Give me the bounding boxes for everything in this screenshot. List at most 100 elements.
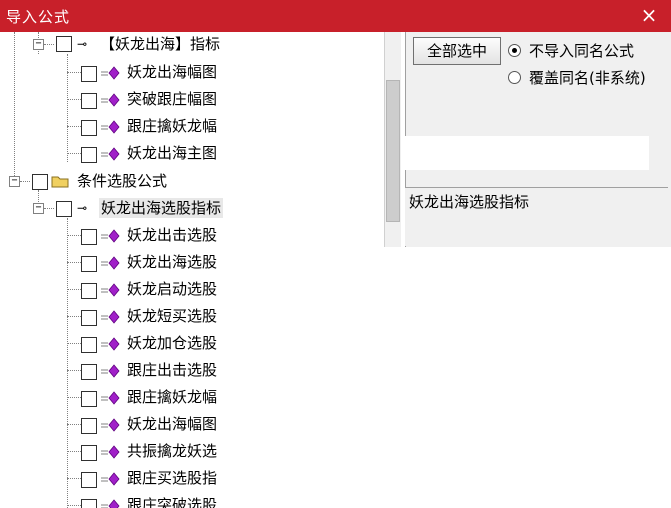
formula-icon bbox=[101, 93, 120, 107]
collapse-icon[interactable]: − bbox=[9, 176, 20, 187]
tree-node-formula[interactable]: 妖龙短买选股 bbox=[0, 305, 400, 331]
formula-icon bbox=[101, 310, 120, 324]
radio-skip-duplicates[interactable]: 不导入同名公式 bbox=[508, 40, 634, 60]
formula-icon bbox=[101, 391, 120, 405]
key-icon: ⊸ bbox=[77, 201, 88, 215]
tree-guide-line bbox=[67, 370, 81, 371]
blank-area bbox=[405, 136, 649, 170]
tree-guide-line bbox=[67, 153, 81, 154]
tree-node-label: 跟庄突破选股 bbox=[127, 496, 218, 508]
checkbox[interactable] bbox=[81, 310, 97, 326]
tree-guide-line bbox=[67, 126, 81, 127]
tree-node-formula[interactable]: 妖龙出海幅图 bbox=[0, 413, 400, 439]
tree-guide-line bbox=[44, 44, 54, 45]
tree-node-label: 妖龙出海幅图 bbox=[127, 415, 218, 433]
description-text: 妖龙出海选股指标 bbox=[409, 193, 530, 211]
formula-tree[interactable]: − ⊸ 【妖龙出海】指标 妖龙出海幅图 突破跟庄幅图 跟庄擒妖龙幅 妖龙出海主图 − … bbox=[0, 32, 405, 508]
tree-node-formula[interactable]: 跟庄擒妖龙幅 bbox=[0, 115, 400, 141]
tree-guide-line bbox=[67, 99, 81, 100]
tree-node-formula[interactable]: 跟庄买选股指 bbox=[0, 467, 400, 493]
close-icon[interactable]: × bbox=[639, 5, 659, 25]
tree-node-formula[interactable]: 妖龙出海幅图 bbox=[0, 61, 400, 87]
radio-label: 不导入同名公式 bbox=[529, 41, 635, 60]
tree-node-formula[interactable]: 共振擒龙妖选 bbox=[0, 440, 400, 466]
radio-button[interactable] bbox=[508, 70, 521, 84]
formula-icon bbox=[101, 445, 120, 459]
formula-icon bbox=[101, 283, 120, 297]
checkbox[interactable] bbox=[81, 418, 97, 434]
tree-node-formula[interactable]: 妖龙出海主图 bbox=[0, 142, 400, 168]
tree-guide-line bbox=[67, 478, 81, 479]
radio-button-checked[interactable] bbox=[508, 43, 521, 57]
tree-node-indicator-group[interactable]: − ⊸ 【妖龙出海】指标 bbox=[0, 34, 400, 60]
tree-node-label: 妖龙出海选股 bbox=[127, 253, 218, 271]
tree-node-label: 跟庄买选股指 bbox=[127, 469, 218, 487]
checkbox[interactable] bbox=[81, 147, 97, 163]
tree-guide-line bbox=[67, 343, 81, 344]
checkbox[interactable] bbox=[81, 256, 97, 272]
formula-icon bbox=[101, 147, 120, 161]
collapse-icon[interactable]: − bbox=[33, 39, 44, 50]
tree-guide-line bbox=[67, 505, 81, 506]
checkbox[interactable] bbox=[81, 66, 97, 82]
select-all-button[interactable]: 全部选中 bbox=[413, 37, 501, 65]
tree-guide-line bbox=[67, 289, 81, 290]
blank-area bbox=[405, 234, 671, 246]
checkbox[interactable] bbox=[56, 201, 72, 217]
radio-overwrite-duplicates[interactable]: 覆盖同名(非系统) bbox=[508, 67, 646, 87]
checkbox[interactable] bbox=[81, 472, 97, 488]
radio-label: 覆盖同名(非系统) bbox=[529, 68, 646, 87]
formula-icon bbox=[101, 229, 120, 243]
tree-node-label: 妖龙加仓选股 bbox=[127, 334, 218, 352]
checkbox[interactable] bbox=[81, 93, 97, 109]
tree-node-label: 跟庄擒妖龙幅 bbox=[127, 388, 218, 406]
tree-node-formula[interactable]: 妖龙加仓选股 bbox=[0, 332, 400, 358]
tree-guide-line bbox=[67, 262, 81, 263]
tree-node-label: 妖龙短买选股 bbox=[127, 307, 218, 325]
tree-node-label: 【妖龙出海】指标 bbox=[100, 35, 221, 53]
tree-guide-line bbox=[67, 72, 81, 73]
tree-guide-line bbox=[20, 181, 30, 182]
folder-icon bbox=[51, 176, 69, 188]
tree-node-label: 突破跟庄幅图 bbox=[127, 90, 218, 108]
checkbox[interactable] bbox=[32, 174, 48, 190]
formula-icon bbox=[101, 364, 120, 378]
tree-node-label: 妖龙启动选股 bbox=[127, 280, 218, 298]
tree-node-formula[interactable]: 跟庄突破选股 bbox=[0, 494, 400, 508]
tree-node-label: 共振擒龙妖选 bbox=[127, 442, 218, 460]
tree-node-formula[interactable]: 妖龙出击选股 bbox=[0, 224, 400, 250]
tree-node-formula[interactable]: 跟庄出击选股 bbox=[0, 359, 400, 385]
tree-node-label: 条件选股公式 bbox=[77, 172, 168, 190]
checkbox[interactable] bbox=[81, 445, 97, 461]
checkbox[interactable] bbox=[81, 120, 97, 136]
tree-scrollbar-thumb[interactable] bbox=[386, 80, 400, 222]
formula-icon bbox=[101, 256, 120, 270]
collapse-icon[interactable]: − bbox=[33, 203, 44, 214]
checkbox[interactable] bbox=[81, 391, 97, 407]
checkbox[interactable] bbox=[81, 283, 97, 299]
key-icon: ⊸ bbox=[77, 37, 88, 51]
formula-icon bbox=[101, 472, 120, 486]
tree-node-formula[interactable]: 突破跟庄幅图 bbox=[0, 88, 400, 114]
tree-node-formula[interactable]: 妖龙出海选股 bbox=[0, 251, 400, 277]
tree-guide-line bbox=[44, 208, 54, 209]
tree-node-folder[interactable]: − 条件选股公式 bbox=[0, 170, 400, 196]
checkbox[interactable] bbox=[81, 337, 97, 353]
description-box: 妖龙出海选股指标 bbox=[405, 187, 668, 234]
tree-node-formula[interactable]: 跟庄擒妖龙幅 bbox=[0, 386, 400, 412]
formula-icon bbox=[101, 418, 120, 432]
tree-node-selection-group[interactable]: − ⊸ 妖龙出海选股指标 bbox=[0, 197, 400, 223]
formula-icon bbox=[101, 337, 120, 351]
checkbox[interactable] bbox=[81, 364, 97, 380]
formula-icon bbox=[101, 120, 120, 134]
tree-guide-line bbox=[67, 316, 81, 317]
checkbox[interactable] bbox=[81, 499, 97, 508]
checkbox[interactable] bbox=[81, 229, 97, 245]
tree-node-formula[interactable]: 妖龙启动选股 bbox=[0, 278, 400, 304]
tree-guide-line bbox=[67, 397, 81, 398]
checkbox[interactable] bbox=[56, 36, 72, 52]
tree-node-label: 跟庄出击选股 bbox=[127, 361, 218, 379]
tree-guide-line bbox=[67, 424, 81, 425]
title-bar: 导入公式 × bbox=[0, 0, 671, 32]
tree-guide-line bbox=[67, 451, 81, 452]
